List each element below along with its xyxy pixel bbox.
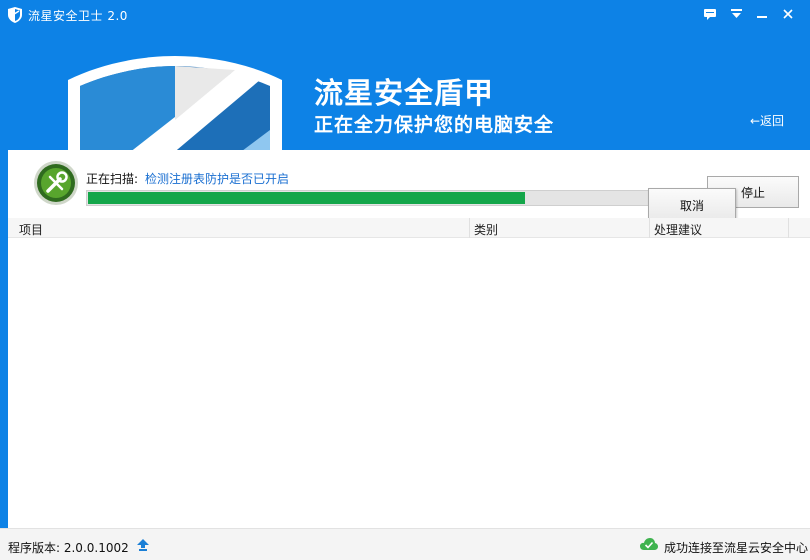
shield-logo-icon xyxy=(68,56,282,150)
banner-headline: 流星安全盾甲 xyxy=(314,76,495,110)
column-divider[interactable] xyxy=(469,218,470,238)
minimize-button[interactable] xyxy=(751,4,773,24)
wrench-scan-icon xyxy=(34,161,78,205)
menu-icon xyxy=(730,9,742,18)
main-window: 流星安全卫士 2.0 流星安全盾甲 正在全力保护您的电脑安全 ←返回 正在扫描:… xyxy=(0,0,810,560)
close-icon xyxy=(783,9,793,19)
scan-label: 正在扫描: xyxy=(86,172,139,186)
results-table-header: 项目 类别 处理建议 xyxy=(8,218,810,238)
app-shield-icon xyxy=(8,7,22,23)
update-arrow-icon[interactable] xyxy=(136,538,150,552)
column-header-suggestion[interactable]: 处理建议 xyxy=(654,221,702,238)
scan-panel: 正在扫描: 检测注册表防护是否已开启 停止 取消 项目 类别 处理建议 xyxy=(8,150,810,528)
column-divider[interactable] xyxy=(649,218,650,238)
scan-progress-fill xyxy=(88,192,525,204)
results-table-body xyxy=(8,238,810,528)
cloud-status-text: 成功连接至流星云安全中心 xyxy=(664,541,809,555)
cloud-check-icon xyxy=(640,538,658,550)
menu-button[interactable] xyxy=(725,4,747,24)
column-divider[interactable] xyxy=(788,218,789,238)
cancel-button[interactable]: 取消 xyxy=(648,188,736,222)
close-button[interactable] xyxy=(777,4,799,24)
column-header-category[interactable]: 类别 xyxy=(474,221,498,238)
version-label: 程序版本: 2.0.0.1002 xyxy=(8,541,129,555)
banner-subheadline: 正在全力保护您的电脑安全 xyxy=(314,114,555,136)
minimize-icon xyxy=(757,16,767,18)
scan-status-text: 检测注册表防护是否已开启 xyxy=(145,172,290,186)
column-header-item[interactable]: 项目 xyxy=(19,221,43,238)
status-bar: 程序版本: 2.0.0.1002 成功连接至流星云安全中心 xyxy=(0,528,810,560)
back-link[interactable]: ←返回 xyxy=(750,112,784,129)
window-title: 流星安全卫士 2.0 xyxy=(28,9,128,23)
banner: 流星安全盾甲 正在全力保护您的电脑安全 ←返回 xyxy=(0,30,810,150)
feedback-button[interactable] xyxy=(699,4,721,24)
scan-progress-bar xyxy=(86,190,706,206)
feedback-icon xyxy=(704,8,716,20)
title-bar[interactable]: 流星安全卫士 2.0 xyxy=(0,0,810,30)
